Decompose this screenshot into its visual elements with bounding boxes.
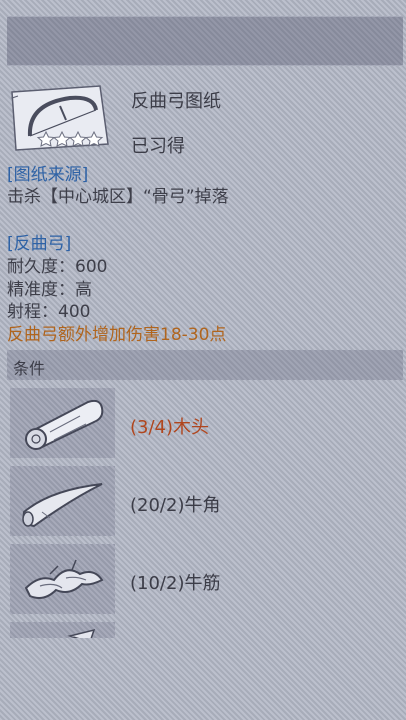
- learned-status: 已习得: [131, 136, 185, 157]
- material-row[interactable]: (20/2)牛角: [10, 466, 403, 544]
- bow-blueprint-icon: [10, 84, 110, 152]
- source-text: 击杀【中心城区】“骨弓”掉落: [7, 187, 229, 207]
- item-name: 反曲弓图纸: [131, 91, 221, 112]
- damage-bonus-text: 反曲弓额外增加伤害18-30点: [7, 325, 227, 345]
- partial-item-icon: [10, 622, 115, 638]
- horn-icon: [10, 466, 115, 536]
- durability-stat: 耐久度：600: [7, 257, 108, 277]
- material-row[interactable]: (3/4)木头: [10, 388, 403, 466]
- wood-log-icon: [10, 388, 115, 458]
- weapon-header: [反曲弓]: [7, 234, 72, 254]
- conditions-header: 条件: [7, 350, 403, 380]
- material-row[interactable]: [10, 622, 403, 638]
- material-label: (20/2)牛角: [130, 495, 221, 516]
- material-row[interactable]: (10/2)牛筋: [10, 544, 403, 622]
- top-bar: [7, 16, 403, 66]
- material-label: (10/2)牛筋: [130, 573, 221, 594]
- material-label: (3/4)木头: [130, 417, 210, 438]
- materials-list[interactable]: (3/4)木头 (20/2)牛角 (10/2)牛筋: [10, 388, 403, 638]
- conditions-header-label: 条件: [13, 359, 46, 378]
- range-stat: 射程：400: [7, 302, 91, 322]
- sinew-icon: [10, 544, 115, 614]
